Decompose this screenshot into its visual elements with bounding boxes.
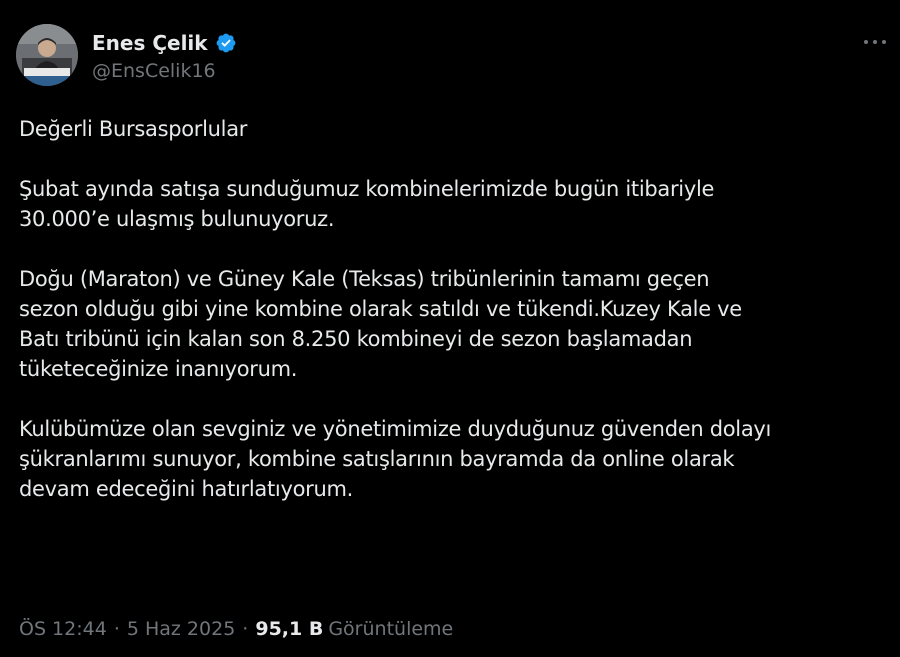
meta-separator: · xyxy=(113,618,120,640)
author-name-row: Enes Çelik xyxy=(92,30,238,56)
views-count[interactable]: 95,1 B xyxy=(255,616,323,642)
avatar[interactable] xyxy=(16,24,78,86)
tweet-paragraph: Doğu (Maraton) ve Güney Kale (Teksas) tr… xyxy=(19,267,742,381)
tweet-date[interactable]: 5 Haz 2025 xyxy=(127,616,235,642)
tweet-paragraph: Kulübümüze olan sevginiz ve yönetimimize… xyxy=(19,417,772,501)
avatar-image xyxy=(16,24,78,86)
tweet-text: Değerli Bursasporlular Şubat ayında satı… xyxy=(19,114,885,504)
verified-badge-icon xyxy=(214,31,238,55)
tweet-meta: ÖS 12:44 · 5 Haz 2025 · 95,1 B Görüntüle… xyxy=(19,616,453,642)
views-label: Görüntüleme xyxy=(328,618,454,640)
more-options-button[interactable] xyxy=(858,28,892,56)
author-display-name[interactable]: Enes Çelik xyxy=(92,31,208,55)
tweet-paragraph: Değerli Bursasporlular xyxy=(19,117,248,141)
author-handle[interactable]: @EnsCelik16 xyxy=(92,60,216,82)
more-horizontal-icon xyxy=(864,40,886,44)
tweet-card: Enes Çelik @EnsCelik16 Değerli Bursaspor… xyxy=(0,0,900,657)
tweet-time[interactable]: ÖS 12:44 xyxy=(19,616,107,642)
meta-separator: · xyxy=(242,618,249,640)
tweet-paragraph: Şubat ayında satışa sunduğumuz kombinele… xyxy=(19,177,715,231)
